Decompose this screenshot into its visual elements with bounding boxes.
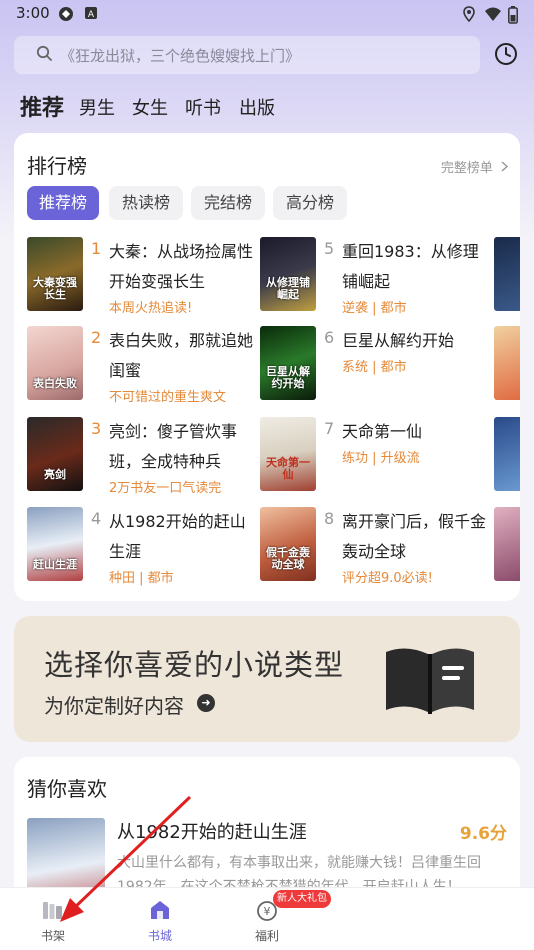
genre-select-banner[interactable]: 选择你喜爱的小说类型 为你定制好内容 ➜	[14, 616, 520, 742]
book-cover: 从修理铺崛起	[260, 237, 316, 311]
bookshelf-icon	[43, 902, 62, 919]
book-cover: 天命第一仙	[260, 417, 316, 491]
book-title: 表白失败，那就追她闺蜜	[109, 331, 254, 380]
open-book-icon	[386, 648, 474, 714]
ranking-card: 排行榜 完整榜单 推荐榜 热读榜 完结榜 高分榜 大秦变强长生 1 大秦：从战场…	[14, 133, 520, 601]
book-title: 重回1983：从修理铺崛起	[342, 242, 479, 291]
book-tag: 逆袭 | 都市	[342, 301, 407, 316]
rank-number: 7	[324, 419, 335, 438]
guess-title: 猜你喜欢	[27, 777, 107, 801]
subtab-finished[interactable]: 完结榜	[191, 186, 265, 220]
book-cover: 亮剑	[27, 417, 83, 491]
book-title: 巨星从解约开始	[342, 331, 455, 350]
search-placeholder: 《狂龙出狱，三个绝色嫂嫂找上门》	[60, 47, 301, 65]
guess-book-title[interactable]: 从1982开始的赶山生涯	[117, 818, 307, 844]
status-bar: 3:00 A	[0, 0, 534, 28]
wifi-icon	[484, 6, 502, 26]
book-title: 亮剑：傻子管炊事班，全成特种兵	[109, 422, 238, 471]
rank-number: 6	[324, 328, 335, 347]
nav-label: 书城	[147, 929, 172, 943]
ranking-item-8[interactable]: 假千金轰动全球 8 离开豪门后，假千金轰动全球 评分超9.0必读!	[260, 507, 490, 595]
ranking-item-4[interactable]: 赶山生涯 4 从1982开始的赶山生涯 种田 | 都市	[27, 507, 257, 595]
search-bar[interactable]: 《狂龙出狱，三个绝色嫂嫂找上门》	[14, 36, 480, 74]
book-title: 离开豪门后，假千金轰动全球	[342, 512, 487, 561]
rank-number: 2	[91, 328, 102, 347]
book-cover: 巨星从解约开始	[260, 326, 316, 400]
ranking-item-2[interactable]: 表白失败 2 表白失败，那就追她闺蜜 不可错过的重生爽文	[27, 326, 257, 414]
tab-audiobook[interactable]: 听书	[185, 94, 221, 120]
rank-number: 8	[324, 509, 335, 528]
app-notification-icon	[58, 6, 74, 26]
location-icon	[462, 6, 476, 26]
book-title: 从1982开始的赶山生涯	[109, 512, 246, 561]
guess-book-score: 9.6分	[459, 824, 507, 844]
rank-number: 1	[91, 239, 102, 258]
ranking-item-6[interactable]: 巨星从解约开始 6 巨星从解约开始 系统 | 都市	[260, 326, 490, 414]
ranking-title: 排行榜	[27, 154, 87, 178]
ranking-item-7[interactable]: 天命第一仙 7 天命第一仙 练功 | 升级流	[260, 417, 490, 505]
book-cover: 赶山生涯	[27, 507, 83, 581]
banner-title: 选择你喜爱的小说类型	[44, 648, 345, 682]
book-cover: 大秦变强长生	[27, 237, 83, 311]
peek-book-cover[interactable]	[494, 417, 520, 491]
subtab-hot[interactable]: 热读榜	[109, 186, 183, 220]
book-tag: 种田 | 都市	[109, 571, 174, 586]
book-cover: 假千金轰动全球	[260, 507, 316, 581]
subtab-high-score[interactable]: 高分榜	[273, 186, 347, 220]
book-tag: 评分超9.0必读!	[342, 571, 433, 586]
nav-bookshelf[interactable]: 书架	[23, 894, 83, 948]
nav-bookstore[interactable]: 书城	[130, 894, 190, 948]
svg-text:A: A	[88, 10, 95, 20]
tab-publish[interactable]: 出版	[239, 94, 275, 120]
tab-recommend[interactable]: 推荐	[20, 90, 64, 122]
tab-male[interactable]: 男生	[79, 94, 115, 120]
ranking-item-1[interactable]: 大秦变强长生 1 大秦：从战场捡属性开始变强长生 本周火热追读!	[27, 237, 257, 325]
book-cover: 表白失败	[27, 326, 83, 400]
full-ranking-label: 完整榜单	[440, 161, 493, 176]
new-user-gift-badge: 新人大礼包	[273, 890, 331, 908]
nav-label: 书架	[40, 929, 65, 943]
battery-icon	[508, 6, 518, 28]
search-icon	[36, 45, 52, 61]
rank-number: 5	[324, 239, 335, 258]
subtab-recommend[interactable]: 推荐榜	[27, 186, 99, 220]
book-tag: 练功 | 升级流	[342, 451, 420, 466]
ranking-item-3[interactable]: 亮剑 3 亮剑：傻子管炊事班，全成特种兵 2万书友一口气读完	[27, 417, 257, 505]
bottom-nav: 书架 书城 ¥ 新人大礼包 福利	[0, 887, 534, 950]
book-title: 大秦：从战场捡属性开始变强长生	[109, 242, 254, 291]
peek-book-cover[interactable]	[494, 326, 520, 400]
book-title: 天命第一仙	[342, 422, 423, 441]
bookstore-icon	[151, 901, 169, 919]
nav-label: 福利	[254, 929, 279, 943]
chevron-right-icon	[501, 161, 509, 176]
arrow-right-icon: ➜	[197, 694, 215, 712]
book-tag: 2万书友一口气读完	[109, 481, 222, 496]
book-tag: 不可错过的重生爽文	[109, 390, 227, 405]
full-ranking-link[interactable]: 完整榜单	[440, 157, 509, 176]
book-tag: 本周火热追读!	[109, 301, 193, 316]
status-time: 3:00	[16, 4, 50, 22]
nav-welfare[interactable]: ¥ 新人大礼包 福利	[237, 890, 331, 948]
rank-number: 4	[91, 509, 102, 528]
peek-book-cover[interactable]	[494, 237, 520, 311]
history-clock-icon[interactable]	[494, 42, 518, 66]
svg-text:¥: ¥	[264, 905, 271, 918]
a-notification-icon: A	[84, 6, 98, 24]
peek-book-cover[interactable]	[494, 507, 520, 581]
ranking-item-5[interactable]: 从修理铺崛起 5 重回1983：从修理铺崛起 逆袭 | 都市	[260, 237, 490, 325]
banner-subtitle: 为你定制好内容	[44, 694, 184, 718]
tab-female[interactable]: 女生	[132, 94, 168, 120]
rank-number: 3	[91, 419, 102, 438]
book-tag: 系统 | 都市	[342, 360, 407, 375]
